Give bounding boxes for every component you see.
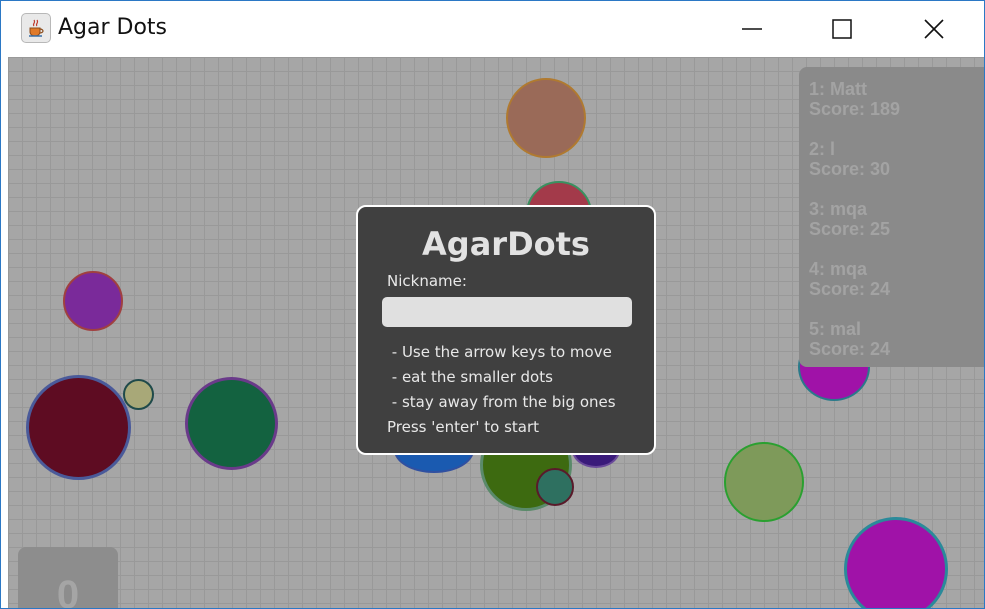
- leaderboard-name: 4: mqa: [809, 259, 868, 279]
- instruction-line: - Use the arrow keys to move: [387, 343, 612, 361]
- leaderboard-score: Score: 24: [809, 339, 891, 359]
- leaderboard-entry: 1: Matt Score: 189: [809, 79, 900, 119]
- close-icon: [924, 18, 944, 39]
- window-title: Agar Dots: [58, 15, 168, 40]
- start-hint: Press 'enter' to start: [387, 418, 540, 436]
- leaderboard-entry: 3: mqa Score: 25: [809, 199, 890, 239]
- dot: [844, 517, 948, 608]
- leaderboard-score: Score: 189: [809, 99, 901, 119]
- nickname-label: Nickname:: [387, 272, 467, 290]
- dialog-title: AgarDots: [422, 225, 590, 263]
- leaderboard-name: 3: mqa: [809, 199, 868, 219]
- game-canvas[interactable]: 1: Matt Score: 189 2: l Score: 30 3: mqa…: [8, 57, 984, 608]
- maximize-button[interactable]: [819, 1, 865, 56]
- dot: [506, 78, 586, 158]
- leaderboard-score: Score: 30: [809, 159, 891, 179]
- title-bar[interactable]: Agar Dots: [1, 1, 984, 56]
- dot: [724, 442, 804, 522]
- app-window: Agar Dots 1: Matt Score: 189 2: l Score:…: [0, 0, 985, 609]
- minimize-icon: [742, 27, 762, 30]
- nickname-input[interactable]: [382, 297, 632, 327]
- instruction-line: - stay away from the big ones: [387, 393, 616, 411]
- player-score: 0: [56, 573, 80, 608]
- leaderboard-entry: 2: l Score: 30: [809, 139, 890, 179]
- dot: [63, 271, 123, 331]
- dot: [26, 375, 131, 480]
- player-score-box: 0: [18, 547, 118, 608]
- dot: [185, 377, 278, 470]
- leaderboard-entry: 5: mal Score: 24: [809, 319, 890, 359]
- instruction-line: - eat the smaller dots: [387, 368, 553, 386]
- dot: [536, 468, 574, 506]
- leaderboard-name: 2: l: [809, 139, 836, 159]
- java-cup-icon: [21, 13, 51, 43]
- minimize-button[interactable]: [729, 1, 775, 56]
- maximize-icon: [832, 18, 852, 39]
- leaderboard: 1: Matt Score: 189 2: l Score: 30 3: mqa…: [799, 67, 984, 367]
- leaderboard-score: Score: 24: [809, 279, 891, 299]
- close-button[interactable]: [911, 1, 957, 56]
- dot: [123, 379, 154, 410]
- leaderboard-score: Score: 25: [809, 219, 891, 239]
- leaderboard-name: 1: Matt: [809, 79, 867, 99]
- leaderboard-entry: 4: mqa Score: 24: [809, 259, 890, 299]
- start-dialog: AgarDots Nickname: - Use the arrow keys …: [356, 205, 656, 455]
- leaderboard-name: 5: mal: [809, 319, 862, 339]
